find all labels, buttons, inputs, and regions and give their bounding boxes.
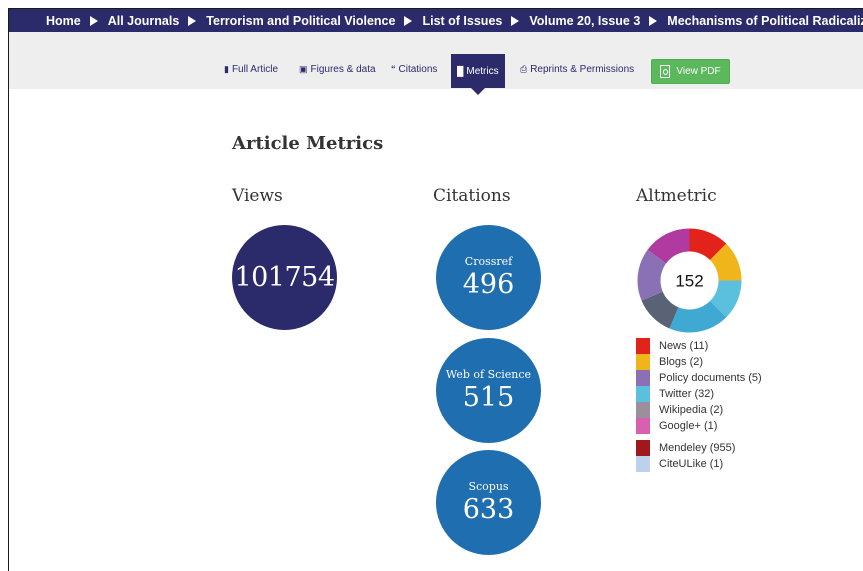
- policy-swatch: [636, 370, 650, 386]
- legend-item-wikipedia: Wikipedia (2): [636, 402, 762, 418]
- article-tab-bar: ▮ Full Article ▣ Figures & data “ Citati…: [9, 32, 863, 95]
- view-pdf-button[interactable]: View PDF: [651, 59, 730, 84]
- twitter-swatch: [636, 386, 650, 402]
- tab-label: Reprints & Permissions: [530, 63, 635, 75]
- legend-item-twitter: Twitter (32): [636, 386, 762, 402]
- citations-heading: Citations: [433, 186, 511, 206]
- legend-label: Mendeley (955): [659, 442, 736, 454]
- altmetric-legend: News (11) Blogs (2) Policy documents (5)…: [636, 338, 762, 472]
- altmetric-heading: Altmetric: [636, 186, 717, 206]
- web-of-science-citations-circle[interactable]: Web of Science 515: [436, 338, 541, 443]
- citation-source-label: Crossref: [464, 255, 513, 268]
- legend-item-news: News (11): [636, 338, 762, 354]
- citation-count: 515: [462, 382, 515, 413]
- page-title: Article Metrics: [232, 133, 384, 154]
- breadcrumb-issue[interactable]: Volume 20, Issue 3: [529, 14, 640, 28]
- image-icon: ▣: [299, 63, 308, 74]
- quote-icon: “: [391, 64, 396, 74]
- wikipedia-swatch: [636, 402, 650, 418]
- legend-item-mendeley: Mendeley (955): [636, 440, 762, 456]
- tab-figures-data[interactable]: ▣ Figures & data: [299, 54, 376, 84]
- breadcrumb: Home All Journals Terrorism and Politica…: [9, 9, 863, 32]
- citation-count: 496: [462, 269, 515, 300]
- citation-source-label: Scopus: [468, 480, 509, 493]
- breadcrumb-current: Mechanisms of Political Radicalization: …: [667, 13, 863, 28]
- tab-full-article[interactable]: ▮ Full Article: [224, 54, 278, 84]
- tab-label: Full Article: [231, 63, 279, 75]
- views-count: 101754: [234, 262, 335, 293]
- tab-label: Figures & data: [310, 63, 376, 75]
- legend-item-policy: Policy documents (5): [636, 370, 762, 386]
- pdf-icon: [660, 65, 671, 78]
- breadcrumb-arrow-icon: [649, 15, 658, 26]
- citeulike-swatch: [636, 456, 650, 472]
- bar-chart-icon: █: [457, 66, 464, 76]
- tab-metrics[interactable]: █ Metrics: [451, 54, 505, 95]
- googleplus-swatch: [636, 418, 650, 434]
- altmetric-score: 152: [675, 272, 703, 291]
- tab-citations[interactable]: “ Citations: [391, 54, 437, 84]
- citation-source-label: Web of Science: [445, 368, 532, 381]
- breadcrumb-home[interactable]: Home: [46, 14, 81, 28]
- legend-item-blogs: Blogs (2): [636, 354, 762, 370]
- tab-reprints-permissions[interactable]: ⎙ Reprints & Permissions: [520, 54, 634, 84]
- legend-label: Twitter (32): [659, 388, 715, 400]
- legend-label: Blogs (2): [659, 356, 704, 368]
- scopus-citations-circle[interactable]: Scopus 633: [436, 450, 541, 555]
- breadcrumb-arrow-icon: [188, 15, 197, 26]
- breadcrumb-all-journals[interactable]: All Journals: [108, 14, 180, 28]
- views-count-circle: 101754: [232, 225, 337, 330]
- citation-count: 633: [462, 494, 515, 525]
- breadcrumb-list-of-issues[interactable]: List of Issues: [422, 14, 502, 28]
- blogs-swatch: [636, 354, 650, 370]
- breadcrumb-arrow-icon: [511, 15, 520, 26]
- legend-label: CiteULike (1): [659, 458, 724, 470]
- legend-label: Policy documents (5): [659, 372, 762, 384]
- breadcrumb-journal[interactable]: Terrorism and Political Violence: [206, 14, 395, 28]
- print-icon: ⎙: [520, 63, 528, 74]
- legend-label: News (11): [659, 340, 709, 352]
- altmetric-donut[interactable]: 152: [636, 227, 743, 334]
- views-heading: Views: [232, 186, 283, 206]
- news-swatch: [636, 338, 650, 354]
- legend-item-citeulike: CiteULike (1): [636, 456, 762, 472]
- crossref-citations-circle[interactable]: Crossref 496: [436, 225, 541, 330]
- breadcrumb-arrow-icon: [404, 15, 413, 26]
- legend-label: Google+ (1): [659, 420, 718, 432]
- view-pdf-label: View PDF: [676, 66, 721, 77]
- breadcrumb-arrow-icon: [89, 15, 98, 26]
- mendeley-swatch: [636, 440, 650, 456]
- legend-label: Wikipedia (2): [659, 404, 724, 416]
- document-icon: ▮: [224, 63, 229, 74]
- legend-item-googleplus: Google+ (1): [636, 418, 762, 434]
- tab-label: Citations: [398, 63, 438, 75]
- tab-label: Metrics: [466, 65, 499, 77]
